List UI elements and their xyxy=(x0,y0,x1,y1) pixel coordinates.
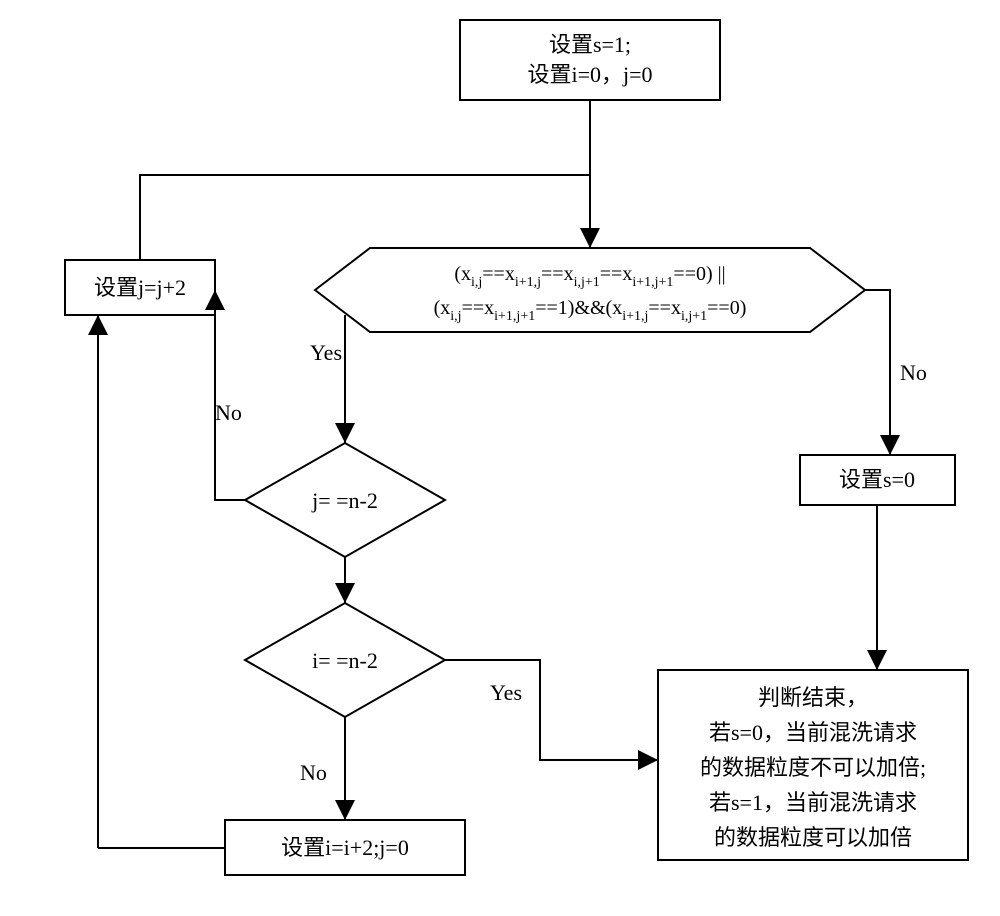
init-box: 设置s=1; 设置i=0，j=0 xyxy=(460,20,720,100)
cond-j-diamond: j= =n-2 xyxy=(245,443,445,557)
final-l3: 的数据粒度不可以加倍; xyxy=(700,755,926,780)
edge-hex-no xyxy=(865,290,890,455)
cond-i-diamond: i= =n-2 xyxy=(245,603,445,717)
cond-main-hex: (xi,j==xi+1,j==xi,j+1==xi+1,j+1==0) || (… xyxy=(315,248,865,332)
init-line2: 设置i=0，j=0 xyxy=(527,62,652,87)
final-l2: 若s=0，当前混洗请求 xyxy=(709,720,917,745)
label-hex-no: No xyxy=(900,360,927,385)
cond-j-text: j= =n-2 xyxy=(311,488,378,513)
final-l1: 判断结束， xyxy=(758,685,868,710)
final-l4: 若s=1，当前混洗请求 xyxy=(709,790,917,815)
final-box: 判断结束， 若s=0，当前混洗请求 的数据粒度不可以加倍; 若s=1，当前混洗请… xyxy=(658,670,968,860)
set-i-box: 设置i=i+2;j=0 xyxy=(225,820,465,875)
label-i-no: No xyxy=(300,760,327,785)
set-j-box: 设置j=j+2 xyxy=(65,260,215,315)
cond-i-text: i= =n-2 xyxy=(312,648,378,673)
set-s0-text: 设置s=0 xyxy=(839,467,915,492)
set-s0-box: 设置s=0 xyxy=(800,455,955,505)
edge-setj-merge xyxy=(140,175,215,260)
init-line1: 设置s=1; xyxy=(549,32,631,57)
label-i-yes: Yes xyxy=(490,680,522,705)
edge-i-yes xyxy=(445,660,658,760)
label-hex-yes: Yes xyxy=(310,340,342,365)
label-j-no: No xyxy=(215,400,242,425)
final-l5: 的数据粒度可以加倍 xyxy=(714,825,912,850)
set-j-text: 设置j=j+2 xyxy=(94,275,186,300)
edge-j-no xyxy=(215,290,245,500)
set-i-text: 设置i=i+2;j=0 xyxy=(281,835,409,860)
